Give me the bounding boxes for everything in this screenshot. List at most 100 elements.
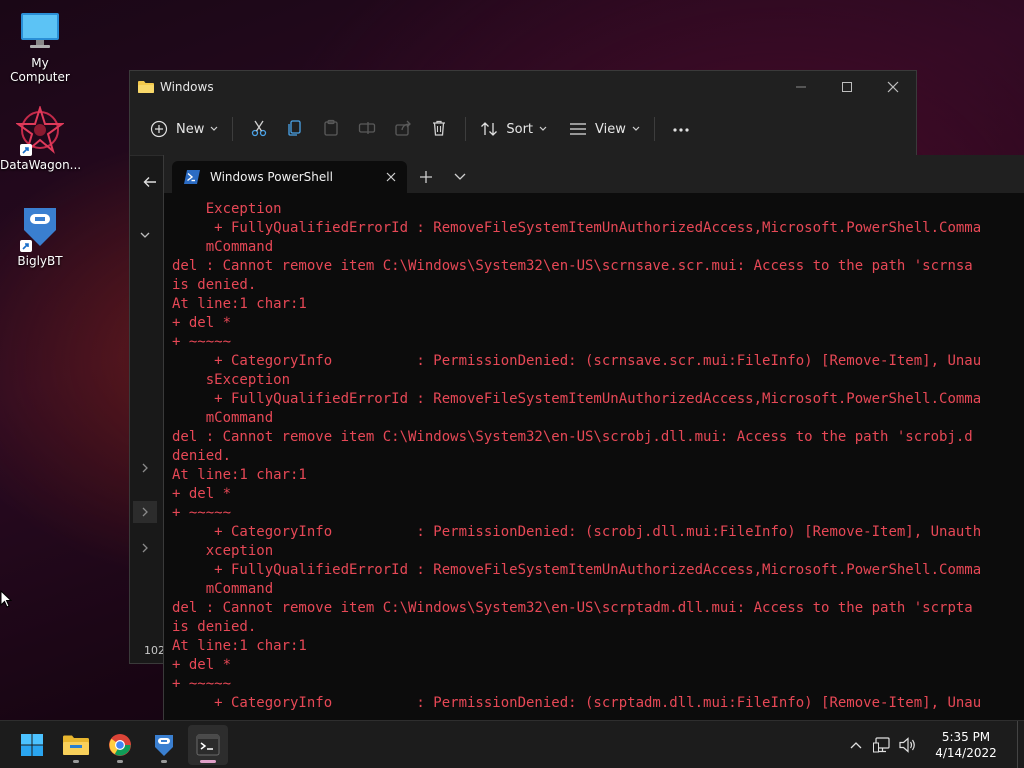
paste-icon bbox=[322, 119, 340, 140]
biglybt-app-icon bbox=[152, 733, 176, 757]
folder-icon bbox=[138, 80, 154, 94]
terminal-line: At line:1 char:1 bbox=[172, 296, 307, 312]
terminal-line: Exception bbox=[172, 201, 282, 217]
copy-button[interactable] bbox=[277, 119, 313, 140]
new-label: New bbox=[176, 121, 205, 137]
start-button[interactable] bbox=[12, 725, 52, 765]
volume-button[interactable] bbox=[895, 737, 921, 753]
maximize-button[interactable] bbox=[824, 71, 870, 103]
active-indicator bbox=[200, 760, 216, 763]
terminal-line: + del * bbox=[172, 315, 232, 331]
powershell-icon bbox=[184, 170, 200, 184]
share-button[interactable] bbox=[385, 119, 421, 140]
terminal-line: mCommand bbox=[172, 239, 274, 255]
terminal-window[interactable]: Windows PowerShell Exception + FullyQual… bbox=[163, 155, 1024, 720]
terminal-line: + FullyQualifiedErrorId : RemoveFileSyst… bbox=[172, 562, 982, 578]
taskbar: 5:35 PM 4/14/2022 bbox=[0, 720, 1024, 768]
terminal-line: + ~~~~~ bbox=[172, 334, 232, 350]
minimize-button[interactable] bbox=[778, 71, 824, 103]
terminal-line: sException bbox=[172, 372, 291, 388]
rename-button[interactable] bbox=[349, 119, 385, 140]
explorer-command-bar: New Sort View bbox=[130, 109, 916, 149]
chevron-down-icon bbox=[140, 232, 150, 239]
datawagon-app-icon bbox=[14, 104, 66, 156]
terminal-tabstrip: Windows PowerShell bbox=[164, 155, 1024, 193]
tab-dropdown-button[interactable] bbox=[443, 161, 477, 193]
terminal-output[interactable]: Exception + FullyQualifiedErrorId : Remo… bbox=[172, 200, 1024, 720]
explorer-title: Windows bbox=[160, 80, 214, 94]
close-button[interactable] bbox=[870, 71, 916, 103]
terminal-line: is denied. bbox=[172, 619, 257, 635]
toolbar-separator bbox=[465, 117, 467, 141]
mouse-pointer-icon bbox=[0, 589, 13, 612]
more-options-button[interactable] bbox=[663, 122, 699, 136]
terminal-line: mCommand bbox=[172, 581, 274, 597]
tab-title: Windows PowerShell bbox=[210, 170, 333, 184]
share-icon bbox=[394, 119, 412, 140]
chevron-right-icon bbox=[142, 463, 149, 473]
desktop-icon-datawagon[interactable]: DataWagon... bbox=[0, 104, 82, 172]
cut-button[interactable] bbox=[241, 119, 277, 140]
folder-icon bbox=[63, 734, 89, 756]
sort-button[interactable]: Sort bbox=[474, 113, 553, 145]
desktop-icon-my-computer[interactable]: My Computer bbox=[0, 10, 80, 84]
nav-expand-chevron[interactable] bbox=[138, 541, 152, 555]
paste-button[interactable] bbox=[313, 119, 349, 140]
toolbar-separator bbox=[653, 117, 655, 141]
new-tab-button[interactable] bbox=[409, 161, 443, 193]
terminal-line: + ~~~~~ bbox=[172, 505, 232, 521]
terminal-line: denied. bbox=[172, 448, 232, 464]
new-button[interactable]: New bbox=[144, 113, 224, 145]
item-count-status: 102 bbox=[144, 644, 165, 657]
tab-windows-powershell[interactable]: Windows PowerShell bbox=[172, 161, 407, 193]
chevron-right-icon bbox=[142, 507, 149, 517]
clock-date: 4/14/2022 bbox=[935, 746, 997, 760]
nav-expand-chevron[interactable] bbox=[138, 228, 152, 242]
terminal-line: + FullyQualifiedErrorId : RemoveFileSyst… bbox=[172, 391, 982, 407]
nav-expand-chevron[interactable] bbox=[138, 461, 152, 475]
taskbar-biglybt[interactable] bbox=[144, 725, 184, 765]
view-button[interactable]: View bbox=[563, 113, 646, 145]
clock-time: 5:35 PM bbox=[941, 730, 991, 744]
plus-circle-icon bbox=[150, 120, 168, 138]
desktop-icon-biglybt[interactable]: BiglyBT bbox=[0, 202, 80, 268]
taskbar-file-explorer[interactable] bbox=[56, 725, 96, 765]
copy-icon bbox=[286, 119, 304, 140]
running-indicator bbox=[161, 760, 167, 763]
shortcut-arrow-icon bbox=[20, 240, 32, 252]
arrow-left-icon bbox=[143, 176, 157, 188]
show-desktop-button[interactable] bbox=[1017, 721, 1024, 768]
sort-label: Sort bbox=[506, 121, 534, 137]
show-hidden-icons-button[interactable] bbox=[843, 741, 869, 749]
rename-icon bbox=[358, 119, 376, 140]
desktop-icon-label: BiglyBT bbox=[17, 254, 63, 268]
network-button[interactable] bbox=[869, 737, 895, 753]
running-indicator bbox=[117, 760, 123, 763]
taskbar-clock[interactable]: 5:35 PM 4/14/2022 bbox=[921, 729, 1011, 761]
nav-expand-chevron[interactable] bbox=[133, 501, 157, 523]
toolbar-separator bbox=[232, 117, 234, 141]
terminal-line: + FullyQualifiedErrorId : RemoveFileSyst… bbox=[172, 220, 982, 236]
chevron-down-icon bbox=[210, 126, 218, 132]
sort-arrows-icon bbox=[480, 121, 498, 137]
terminal-line: xception bbox=[172, 543, 274, 559]
plus-icon bbox=[419, 170, 433, 184]
taskbar-terminal[interactable] bbox=[188, 725, 228, 765]
shortcut-arrow-icon bbox=[20, 144, 32, 156]
trash-icon bbox=[430, 119, 448, 140]
back-button[interactable] bbox=[138, 172, 162, 192]
terminal-line: mCommand bbox=[172, 410, 274, 426]
terminal-icon bbox=[196, 734, 220, 756]
terminal-line: + del * bbox=[172, 486, 232, 502]
taskbar-chrome[interactable] bbox=[100, 725, 140, 765]
desktop-icon-label: DataWagon... bbox=[0, 158, 82, 172]
terminal-line: + CategoryInfo : PermissionDenied: (scro… bbox=[172, 524, 982, 540]
tab-close-button[interactable] bbox=[383, 169, 399, 185]
terminal-line: del : Cannot remove item C:\Windows\Syst… bbox=[172, 429, 973, 445]
running-indicator bbox=[73, 760, 79, 763]
terminal-line: + del * bbox=[172, 657, 232, 673]
view-label: View bbox=[595, 121, 626, 137]
delete-button[interactable] bbox=[421, 119, 457, 140]
terminal-line: + ~~~~~ bbox=[172, 676, 232, 692]
desktop-icon-label: My Computer bbox=[10, 56, 70, 84]
